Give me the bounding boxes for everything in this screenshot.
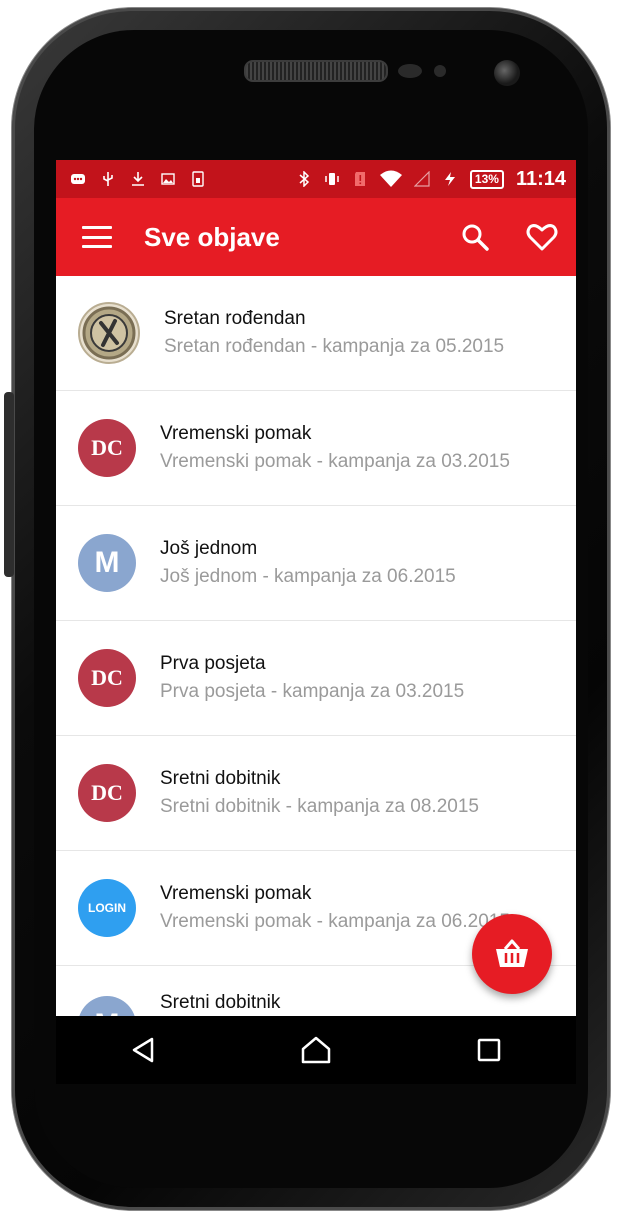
post-subtitle: Vremenski pomak - kampanja za 06.2015 [160,911,510,932]
home-icon [301,1036,331,1064]
m-avatar: M [78,534,136,592]
dc-avatar: DC [78,764,136,822]
sd-alert-icon [354,172,365,186]
charging-icon [444,172,455,186]
basket-icon [496,939,528,967]
navigation-bar [56,1016,576,1084]
post-title: Sretan rođendan [164,308,306,329]
post-subtitle: Prva posjeta - kampanja za 03.2015 [160,681,465,702]
dc-avatar: DC [78,419,136,477]
m-avatar: M [78,996,136,1016]
list-item[interactable]: DC Sretni dobitnik Sretni dobitnik - kam… [56,736,576,851]
post-subtitle: Vremenski pomak - kampanja za 03.2015 [160,451,510,472]
dc-avatar: DC [78,649,136,707]
heart-icon[interactable] [526,221,558,253]
battery-indicator: 13% [469,169,504,189]
basket-button[interactable] [472,914,552,994]
sim-icon [192,171,204,187]
post-title: Vremenski pomak [160,883,312,904]
usb-icon [103,172,113,186]
post-title: Prva posjeta [160,653,266,674]
post-subtitle: Sretan rođendan - kampanja za 05.2015 [164,336,505,357]
screen: 13% 11:14 Sve objave Sretan rođendan Sre… [56,160,576,1084]
back-icon [132,1037,153,1063]
list-item[interactable]: M Još jednom Još jednom - kampanja za 06… [56,506,576,621]
back-button[interactable] [123,1030,163,1070]
bluetooth-icon [299,171,310,187]
proximity-sensor [398,64,422,78]
post-title: Sretni dobitnik [160,992,281,1013]
volume-button [4,392,14,577]
home-button[interactable] [296,1030,336,1070]
wifi-icon [379,170,402,187]
image-icon [161,173,175,185]
download-icon [132,172,144,186]
list-item[interactable]: Sretan rođendan Sretan rođendan - kampan… [56,276,576,391]
posts-list: Sretan rođendan Sretan rođendan - kampan… [56,276,576,1016]
post-subtitle: Sretni dobitnik - kampanja za 08.2015 [160,796,479,817]
list-item[interactable]: DC Prva posjeta Prva posjeta - kampanja … [56,621,576,736]
earpiece-speaker [244,60,388,82]
vibrate-icon [325,173,339,185]
clock: 11:14 [515,167,566,190]
front-camera [494,60,520,86]
post-title: Još jednom [160,538,258,559]
restaurant-logo-icon [78,302,140,364]
chat-icon [71,174,85,184]
list-item[interactable]: DC Vremenski pomak Vremenski pomak - kam… [56,391,576,506]
recents-icon [478,1038,501,1062]
status-bar: 13% 11:14 [56,160,576,198]
recents-button[interactable] [469,1030,509,1070]
search-icon[interactable] [460,222,490,252]
app-bar: Sve objave [56,198,576,276]
login-avatar: LOGIN [78,879,136,937]
signal-icon [413,171,430,187]
post-subtitle: Još jednom - kampanja za 06.2015 [160,566,456,587]
post-title: Sretni dobitnik [160,768,281,789]
menu-icon[interactable] [82,226,112,248]
page-title: Sve objave [144,221,280,252]
light-sensor [434,65,446,77]
post-title: Vremenski pomak [160,423,312,444]
